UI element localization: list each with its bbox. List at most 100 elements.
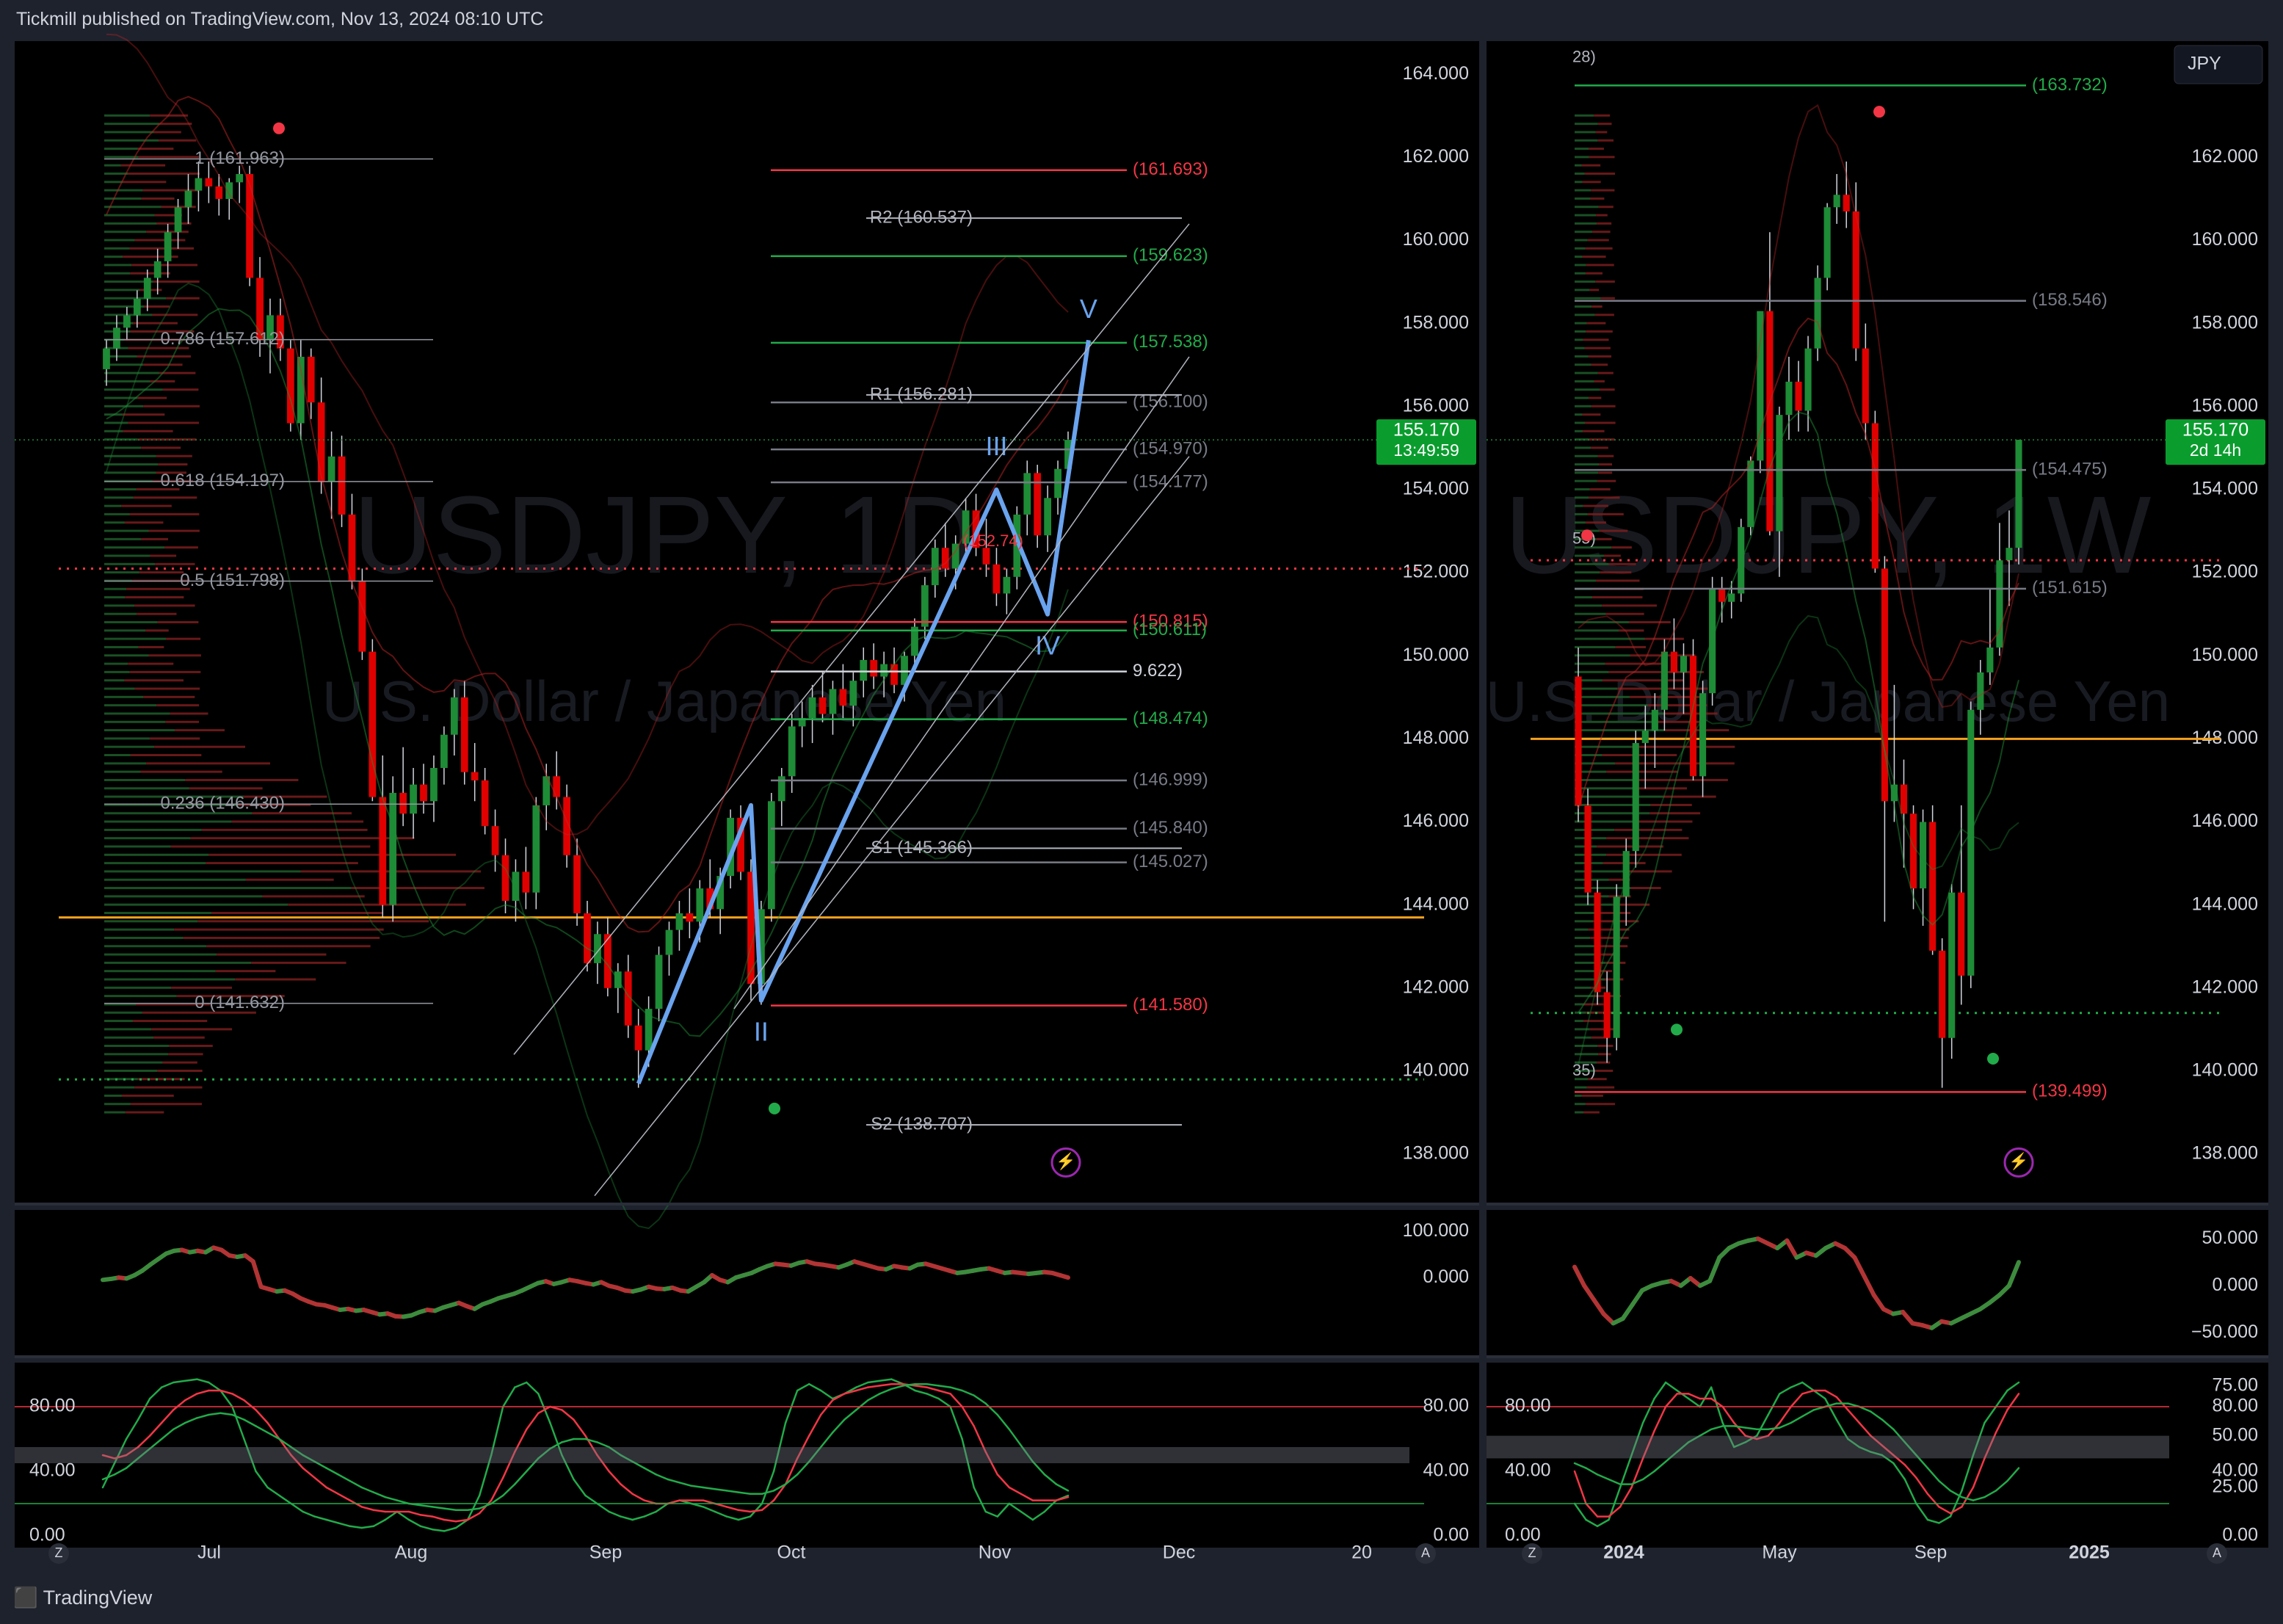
left-momentum-pane	[15, 1210, 1479, 1357]
left-candle-body	[501, 855, 509, 902]
left-stochastic-tick: 80.00	[1423, 1396, 1469, 1416]
right-signal-dot	[1581, 529, 1593, 542]
left-vp-sell-bar	[166, 297, 200, 300]
right-vp-buy-bar	[1575, 280, 1596, 283]
right-time-tick: 2024	[1603, 1543, 1644, 1563]
axis-scale-button-label: Z	[1528, 1545, 1536, 1560]
left-candle-body	[696, 888, 704, 922]
left-candle-body	[379, 797, 387, 905]
right-candle-body	[1575, 676, 1582, 805]
right-vp-sell-bar	[1638, 778, 1728, 781]
left-vp-buy-bar	[104, 912, 212, 914]
right-vp-sell-bar	[1602, 754, 1677, 757]
right-vp-buy-bar	[1575, 1094, 1582, 1097]
left-vp-buy-bar	[104, 371, 159, 374]
left-vp-sell-bar	[162, 388, 199, 391]
right-candle-body	[2015, 440, 2022, 548]
right-time-tick: May	[1762, 1543, 1797, 1563]
left-vp-buy-bar	[104, 521, 125, 524]
right-vp-sell-bar	[1595, 1069, 1614, 1072]
left-candle-body	[420, 784, 427, 802]
left-price-tick: 144.000	[1403, 893, 1469, 914]
right-vp-buy-bar	[1575, 953, 1598, 956]
right-vp-buy-bar	[1575, 637, 1645, 640]
right-vp-buy-bar	[1575, 1103, 1586, 1106]
right-stochastic-tick: 0.00	[2222, 1525, 2258, 1545]
left-vp-sell-bar	[155, 562, 195, 565]
right-vp-buy-bar	[1575, 504, 1583, 507]
left-candle-body	[215, 186, 223, 199]
left-vp-sell-bar	[122, 413, 165, 416]
right-candle-body	[1958, 892, 1965, 976]
left-vp-buy-bar	[104, 745, 155, 748]
left-signal-dot	[273, 122, 285, 134]
left-vp-buy-bar	[104, 363, 144, 366]
left-level-label: (161.693)	[1133, 159, 1208, 179]
left-vp-buy-bar	[104, 529, 149, 532]
right-vp-sell-bar	[1583, 1020, 1607, 1023]
left-candle-body	[522, 871, 530, 893]
right-vp-sell-bar	[1594, 313, 1614, 316]
right-vp-sell-bar	[1591, 189, 1615, 192]
right-vp-sell-bar	[1589, 289, 1600, 291]
left-vp-buy-bar	[104, 1111, 126, 1114]
left-candle-body	[389, 792, 397, 905]
right-candle-body	[1785, 381, 1793, 416]
right-candle-body	[1660, 651, 1668, 710]
right-vp-sell-bar	[1619, 629, 1644, 632]
right-vp-buy-bar	[1575, 173, 1585, 175]
left-vp-buy-bar	[104, 1020, 133, 1023]
right-vp-buy-bar	[1575, 338, 1583, 341]
left-stochastic-midband	[15, 1447, 1409, 1463]
tradingview-logo[interactable]: ⬛ TradingView	[13, 1586, 152, 1609]
left-vp-sell-bar	[251, 961, 346, 964]
right-vp-sell-bar	[1599, 463, 1613, 466]
right-candle-body	[1948, 892, 1956, 1038]
left-vp-sell-bar	[130, 1103, 203, 1106]
right-vp-buy-bar	[1575, 131, 1596, 134]
right-momentum-tick: 0.000	[2212, 1275, 2258, 1295]
right-candle-body	[1977, 672, 1984, 710]
right-vp-buy-bar	[1575, 371, 1598, 374]
right-vp-sell-bar	[1584, 347, 1611, 349]
left-vp-sell-bar	[123, 181, 167, 184]
left-candle-body	[788, 726, 796, 777]
left-candle-body	[195, 178, 203, 191]
right-vp-sell-bar	[1585, 272, 1603, 275]
currency-button-label[interactable]: JPY	[2188, 54, 2221, 74]
right-vp-sell-bar	[1592, 596, 1643, 599]
right-vp-buy-bar	[1575, 264, 1586, 267]
right-vp-buy-bar	[1575, 471, 1599, 474]
left-vp-buy-bar	[104, 1061, 163, 1064]
right-vp-buy-bar	[1575, 562, 1609, 565]
left-vp-sell-bar	[143, 405, 200, 407]
right-candle-body	[1641, 731, 1649, 744]
right-vp-sell-bar	[1599, 529, 1628, 532]
left-vp-sell-bar	[170, 712, 208, 715]
left-vp-sell-bar	[157, 1069, 203, 1072]
left-vp-sell-bar	[141, 537, 169, 540]
left-momentum-series-segment	[1058, 1273, 1070, 1280]
right-vp-sell-bar	[1587, 512, 1624, 515]
left-fib-label: 0 (141.632)	[195, 993, 285, 1012]
left-candle-body	[931, 548, 939, 586]
right-vp-buy-bar	[1575, 405, 1591, 407]
left-vp-buy-bar	[104, 729, 175, 732]
right-signal-dot	[1671, 1023, 1683, 1036]
right-vp-sell-bar	[1598, 471, 1613, 474]
left-vp-sell-bar	[146, 762, 270, 765]
right-vp-buy-bar	[1575, 1086, 1587, 1089]
right-vp-sell-bar	[1591, 305, 1603, 308]
left-vp-sell-bar	[132, 1020, 208, 1023]
left-vp-sell-bar	[131, 264, 198, 267]
right-candle-body	[2006, 548, 2013, 561]
left-vp-buy-bar	[104, 380, 150, 383]
left-price-tick: 158.000	[1403, 312, 1469, 333]
right-vp-buy-bar	[1575, 388, 1600, 391]
left-vp-buy-bar	[104, 637, 167, 640]
left-candle-body	[450, 697, 458, 735]
right-vp-buy-bar	[1575, 272, 1586, 275]
chart-canvas[interactable]: USDJPY, 1DU.S. Dollar / Japanese Yen164.…	[0, 0, 2283, 1624]
right-price-tick: 154.000	[2192, 479, 2258, 499]
right-vp-buy-bar	[1575, 712, 1666, 715]
